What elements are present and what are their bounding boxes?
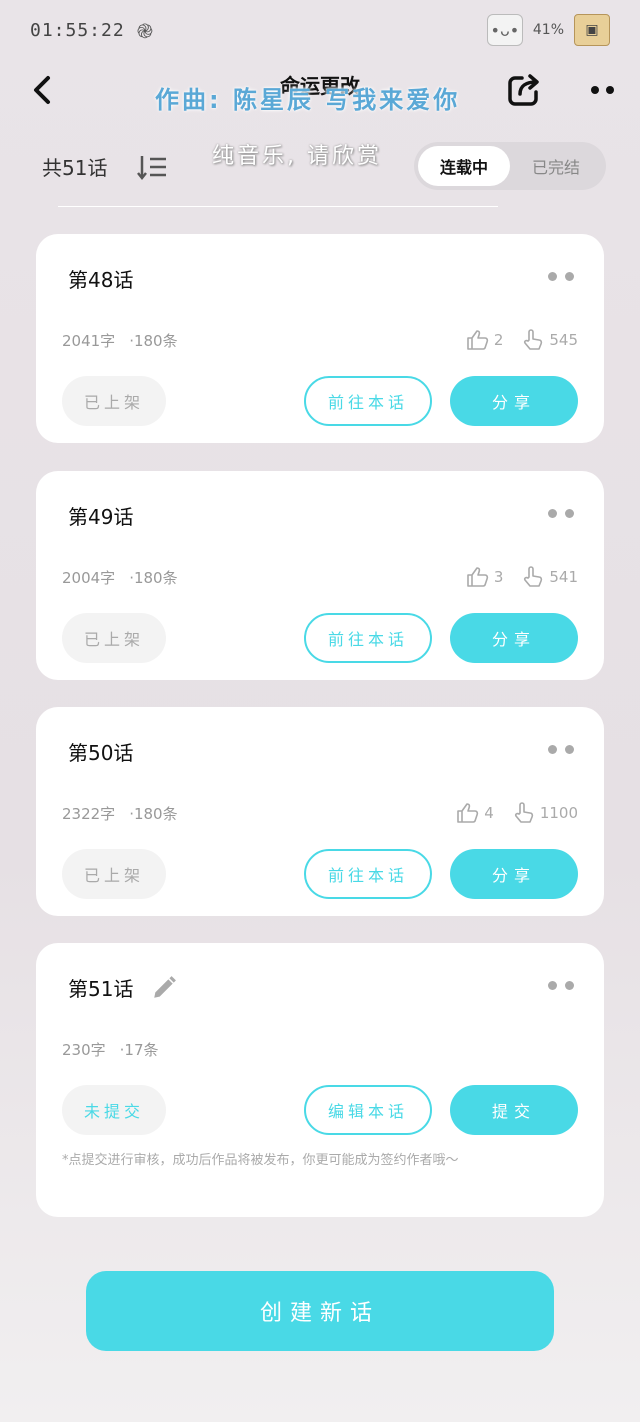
- word-count: 2041字: [62, 332, 116, 350]
- chapter-more-button[interactable]: [548, 981, 574, 990]
- like-stat: 4: [456, 801, 494, 825]
- chapter-meta: 2322字 ·180条: [62, 803, 178, 824]
- toggle-ongoing[interactable]: 连载中: [418, 146, 510, 186]
- more-dot-icon: [548, 745, 557, 754]
- more-dot-icon: [548, 272, 557, 281]
- status-right: •ᴗ• 41% ▣: [486, 14, 610, 46]
- more-dot-icon: [605, 86, 614, 94]
- more-dot-icon: [565, 272, 574, 281]
- go-to-chapter-button[interactable]: 前往本话: [304, 849, 432, 899]
- word-count: 2322字: [62, 805, 116, 823]
- more-options-button[interactable]: [580, 70, 624, 110]
- word-count: 230字: [62, 1041, 106, 1059]
- chapter-stats: 3 541: [466, 565, 578, 589]
- thumbs-up-icon: [457, 803, 479, 823]
- view-count: 545: [549, 331, 578, 349]
- chapter-title: 第50话: [68, 737, 133, 766]
- comment-count: ·180条: [129, 332, 178, 350]
- share-icon: [508, 74, 539, 106]
- chapter-title: 第51话: [68, 973, 177, 1002]
- like-stat: 3: [466, 565, 504, 589]
- comment-count: ·180条: [129, 569, 178, 587]
- battery-level: 41%: [532, 22, 564, 38]
- more-dot-icon: [565, 981, 574, 990]
- more-dot-icon: [565, 509, 574, 518]
- chapter-title-text: 第51话: [68, 977, 134, 1001]
- sort-icon: [137, 156, 166, 181]
- edit-chapter-button[interactable]: 编辑本话: [304, 1085, 432, 1135]
- chapter-more-button[interactable]: [548, 272, 574, 281]
- comment-count: ·180条: [129, 805, 178, 823]
- chapter-meta: 2004字 ·180条: [62, 567, 178, 588]
- chapter-title-text: 第50话: [68, 741, 134, 765]
- tap-hand-icon: [524, 566, 543, 587]
- view-count: 1100: [539, 804, 578, 822]
- thumbs-up-icon: [467, 567, 489, 587]
- nav-bar: 命运更改 作曲: 陈星辰 写我来爱你: [0, 60, 640, 120]
- publish-status-badge: 已上架: [62, 376, 166, 426]
- chapter-title-text: 第49话: [68, 505, 134, 529]
- comment-count: ·17条: [119, 1041, 159, 1059]
- publish-status-badge: 未提交: [62, 1085, 166, 1135]
- divider: [58, 206, 498, 207]
- sort-button[interactable]: [136, 152, 170, 182]
- thumbs-up-icon: [467, 330, 489, 350]
- tap-hand-icon: [524, 329, 543, 350]
- song-credit-overlay: 作曲: 陈星辰 写我来爱你: [155, 86, 461, 114]
- chapter-title-text: 第48话: [68, 268, 134, 292]
- view-stat: 545: [521, 328, 578, 352]
- box-sticker-icon: ▣: [574, 14, 610, 46]
- create-chapter-button[interactable]: 创建新话: [86, 1271, 554, 1351]
- like-count: 2: [493, 331, 504, 349]
- toggle-completed[interactable]: 已完结: [510, 146, 602, 186]
- share-chapter-button[interactable]: 分享: [450, 376, 578, 426]
- chapter-meta: 2041字 ·180条: [62, 330, 178, 351]
- status-time: 01:55:22: [30, 19, 125, 41]
- chapter-meta: 230字 ·17条: [62, 1039, 159, 1060]
- status-bar: 01:55:22 ֎ •ᴗ• 41% ▣: [0, 0, 640, 60]
- more-dot-icon: [548, 509, 557, 518]
- like-count: 3: [493, 568, 504, 586]
- chapter-more-button[interactable]: [548, 509, 574, 518]
- chapter-card: 第49话 2004字 ·180条 3 541 已上架 前往本话 分享: [36, 471, 604, 680]
- share-button[interactable]: [504, 70, 544, 110]
- chapter-card: 第50话 2322字 ·180条 4 1100 已上架 前往本话 分享: [36, 707, 604, 916]
- pet-sticker-icon: •ᴗ•: [486, 14, 523, 46]
- view-stat: 541: [521, 565, 578, 589]
- music-notice-overlay: 纯音乐, 请欣赏: [212, 144, 382, 169]
- tap-hand-icon: [514, 802, 534, 823]
- chapter-card: 第48话 2041字 ·180条 2 545 已上架 前往本话 分享: [36, 234, 604, 443]
- app-notification-icon: ֎: [136, 18, 154, 43]
- more-dot-icon: [590, 86, 599, 94]
- publish-status-badge: 已上架: [62, 849, 166, 899]
- chapter-more-button[interactable]: [548, 745, 574, 754]
- chapter-card-draft: 第51话 230字 ·17条 未提交 编辑本话 提交 *点提交进行审核，成功后作…: [36, 943, 604, 1217]
- more-dot-icon: [548, 981, 557, 990]
- share-chapter-button[interactable]: 分享: [450, 849, 578, 899]
- like-count: 4: [484, 804, 494, 822]
- share-chapter-button[interactable]: 分享: [450, 613, 578, 663]
- view-stat: 1100: [512, 801, 578, 825]
- submit-chapter-button[interactable]: 提交: [450, 1085, 578, 1135]
- chapter-title: 第49话: [68, 501, 133, 530]
- chapter-title: 第48话: [68, 264, 133, 293]
- chapter-total: 共51话: [42, 156, 108, 180]
- submit-note: *点提交进行审核，成功后作品将被发布，你更可能成为签约作者哦～: [62, 1153, 459, 1168]
- go-to-chapter-button[interactable]: 前往本话: [304, 376, 432, 426]
- go-to-chapter-button[interactable]: 前往本话: [304, 613, 432, 663]
- pencil-icon[interactable]: [151, 975, 177, 1001]
- publish-status-badge: 已上架: [62, 613, 166, 663]
- chapter-stats: 4 1100: [456, 801, 578, 825]
- view-count: 541: [549, 568, 578, 586]
- word-count: 2004字: [62, 569, 116, 587]
- chapter-stats: 2 545: [466, 328, 578, 352]
- more-dot-icon: [565, 745, 574, 754]
- like-stat: 2: [466, 328, 504, 352]
- serial-status-toggle: 连载中 已完结: [414, 142, 606, 190]
